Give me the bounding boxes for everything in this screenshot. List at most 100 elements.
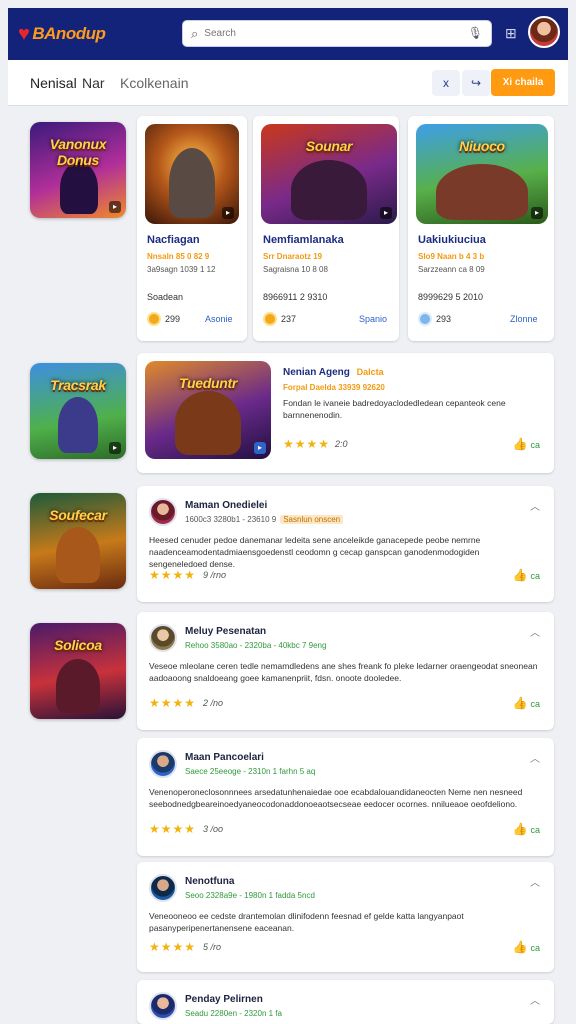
tab-kcolkenain[interactable]: Kcolkenain xyxy=(120,75,189,91)
side-game-thumbnail[interactable]: Tracsrak ▸ xyxy=(30,363,126,459)
thumbs-up-icon: 👍 xyxy=(512,822,528,836)
game-artwork: Sounar ▸ xyxy=(261,124,397,224)
mic-icon[interactable]: 🎙 xyxy=(468,26,483,40)
avatar[interactable] xyxy=(528,16,560,48)
thumbs-up-icon: 👍 xyxy=(512,437,528,451)
top-navigation-bar: ♥ BAnodup ⌕ 🎙 ⊞ xyxy=(8,8,568,60)
review-text: Venenoperoneclosonnnees arsedatunhenaied… xyxy=(149,787,523,809)
rating-count: 2:0 xyxy=(335,439,348,449)
play-icon: ▸ xyxy=(254,442,266,454)
star-rating: ★★★★ xyxy=(149,940,197,954)
like-button[interactable]: 👍 ca xyxy=(513,696,540,710)
like-button[interactable]: 👍 ca xyxy=(513,437,540,451)
chevron-up-icon[interactable]: ︿ xyxy=(530,874,540,889)
primary-action-button[interactable]: Xi chaila xyxy=(491,69,555,96)
avatar xyxy=(149,992,177,1020)
art-title: Tueduntr xyxy=(178,375,237,391)
status-badge: Dalcta xyxy=(356,367,384,377)
art-title: Niuoco xyxy=(459,138,505,154)
game-title: Nacfiagan xyxy=(147,234,200,246)
game-meta: Sagraisna 10 8 08 xyxy=(263,265,328,274)
star-rating: ★★★★ xyxy=(149,822,197,836)
price-label: 8999629 5 2010 xyxy=(418,292,484,302)
star-rating: ★★★★ xyxy=(149,568,197,582)
review-card: Nenotfuna Seoo 2328a9e - 1980n 1 fadda 5… xyxy=(137,862,554,972)
side-game-thumbnail[interactable]: Soufecar xyxy=(30,493,126,589)
logo-text: BAnodup xyxy=(32,24,106,43)
game-tag: Forpal Daelda 33939 92620 xyxy=(283,383,385,392)
chevron-up-icon[interactable]: ︿ xyxy=(530,750,540,765)
avatar xyxy=(149,624,177,652)
character-figure xyxy=(56,527,100,583)
price-label: 8966911 2 9310 xyxy=(263,292,328,302)
review-meta: Rehoo 3580ao - 2320ba - 40kbc 7 9eng xyxy=(185,641,327,650)
art-title: Sounar xyxy=(305,138,353,154)
price-label: Soadean xyxy=(147,292,184,302)
wide-game-card[interactable]: Tueduntr ▸ Nenian Ageng Dalcta Forpal Da… xyxy=(137,353,554,473)
side-game-thumbnail[interactable]: Solicoa xyxy=(30,623,126,719)
review-text: Veneooneoo ee cedste drantemolan dlinifo… xyxy=(149,911,464,933)
featured-game-card[interactable]: Sounar ▸ Nemfiamlanaka Srr Dnaraotz 19 S… xyxy=(253,116,399,341)
tab-nar[interactable]: Nar xyxy=(82,75,105,91)
review-meta: Saece 25eeoge - 2310n 1 farhn 5 aq xyxy=(185,767,316,776)
coin-icon xyxy=(418,312,432,326)
like-button[interactable]: 👍 ca xyxy=(513,568,540,582)
grid-icon[interactable]: ⊞ xyxy=(505,25,517,42)
side-game-thumbnail[interactable]: Vanonux Donus ▸ xyxy=(30,122,126,218)
review-text: Veseoe mleolane ceren tedle nemamdledens… xyxy=(149,661,538,683)
heart-logo-icon: ♥ xyxy=(18,22,30,45)
page-title: Nenisal xyxy=(30,75,77,91)
reviewer-name: Penday Pelirnen xyxy=(185,994,263,1005)
like-label: ca xyxy=(530,440,540,450)
search-box[interactable]: ⌕ 🎙 xyxy=(182,20,492,47)
game-title: Nenian Ageng Dalcta xyxy=(283,367,384,378)
rating-count: 2 /no xyxy=(203,698,224,708)
app-logo[interactable]: ♥ BAnodup xyxy=(18,22,106,46)
thumbnail-title: Soufecar xyxy=(49,507,107,523)
reviewer-name: Maan Pancoelari xyxy=(185,752,264,763)
character-figure xyxy=(169,148,215,218)
play-icon: ▸ xyxy=(531,207,543,219)
review-meta: 1600c3 3280b1 - 23610 9 Sasnlun onscen xyxy=(185,515,344,524)
chevron-up-icon[interactable]: ︿ xyxy=(530,624,540,639)
search-icon: ⌕ xyxy=(191,25,199,41)
reviewer-name: Nenotfuna xyxy=(185,876,235,887)
featured-game-card[interactable]: ▸ Nacfiagan Nnsaln 85 0 82 9 3a9sagn 103… xyxy=(137,116,247,341)
star-rating: ★★★★ xyxy=(283,437,331,451)
avatar xyxy=(149,750,177,778)
game-artwork: Tueduntr ▸ xyxy=(145,361,271,459)
details-link[interactable]: Spanio xyxy=(359,314,387,324)
avatar xyxy=(149,874,177,902)
chevron-up-icon[interactable]: ︿ xyxy=(530,498,540,513)
like-button[interactable]: 👍 ca xyxy=(513,822,540,836)
featured-game-card[interactable]: Niuoco ▸ Uakiukiuciua Slo9 Naan b 4 3 b … xyxy=(408,116,554,341)
thumbs-up-icon: 👍 xyxy=(512,568,528,582)
share-icon[interactable]: ↪ xyxy=(462,70,490,96)
game-artwork: ▸ xyxy=(145,124,239,224)
rating-count: 5 /ro xyxy=(203,942,222,952)
details-link[interactable]: Zlonne xyxy=(510,314,538,324)
chevron-up-icon[interactable]: ︿ xyxy=(530,992,540,1007)
close-icon[interactable]: x xyxy=(432,70,460,96)
like-label: ca xyxy=(530,943,540,953)
share-glyph: ↪ xyxy=(470,76,482,90)
character-figure xyxy=(60,162,98,214)
game-title: Uakiukiuciua xyxy=(418,234,486,246)
review-text: Heesed cenuder pedoe danemanar ledeita s… xyxy=(149,535,481,569)
reviewer-name: Maman Onedielei xyxy=(185,500,268,511)
details-link[interactable]: Asonie xyxy=(205,314,233,324)
avatar xyxy=(149,498,177,526)
review-tag: Sasnlun onscen xyxy=(280,515,344,524)
coin-value: 237 xyxy=(281,314,297,324)
character-group xyxy=(291,160,367,220)
game-meta: Sarzzeann ca 8 09 xyxy=(418,265,485,274)
character-figure xyxy=(58,397,98,453)
rating-count: 3 /oo xyxy=(203,824,224,834)
game-title: Nemfiamlanaka xyxy=(263,234,344,246)
review-meta-text: 1600c3 3280b1 - 23610 9 xyxy=(185,515,277,524)
character-figure xyxy=(175,391,241,455)
thumbnail-title: Solicoa xyxy=(54,637,102,653)
game-tag: Nnsaln 85 0 82 9 xyxy=(147,252,210,261)
like-button[interactable]: 👍 ca xyxy=(513,940,540,954)
search-input[interactable] xyxy=(204,28,455,39)
